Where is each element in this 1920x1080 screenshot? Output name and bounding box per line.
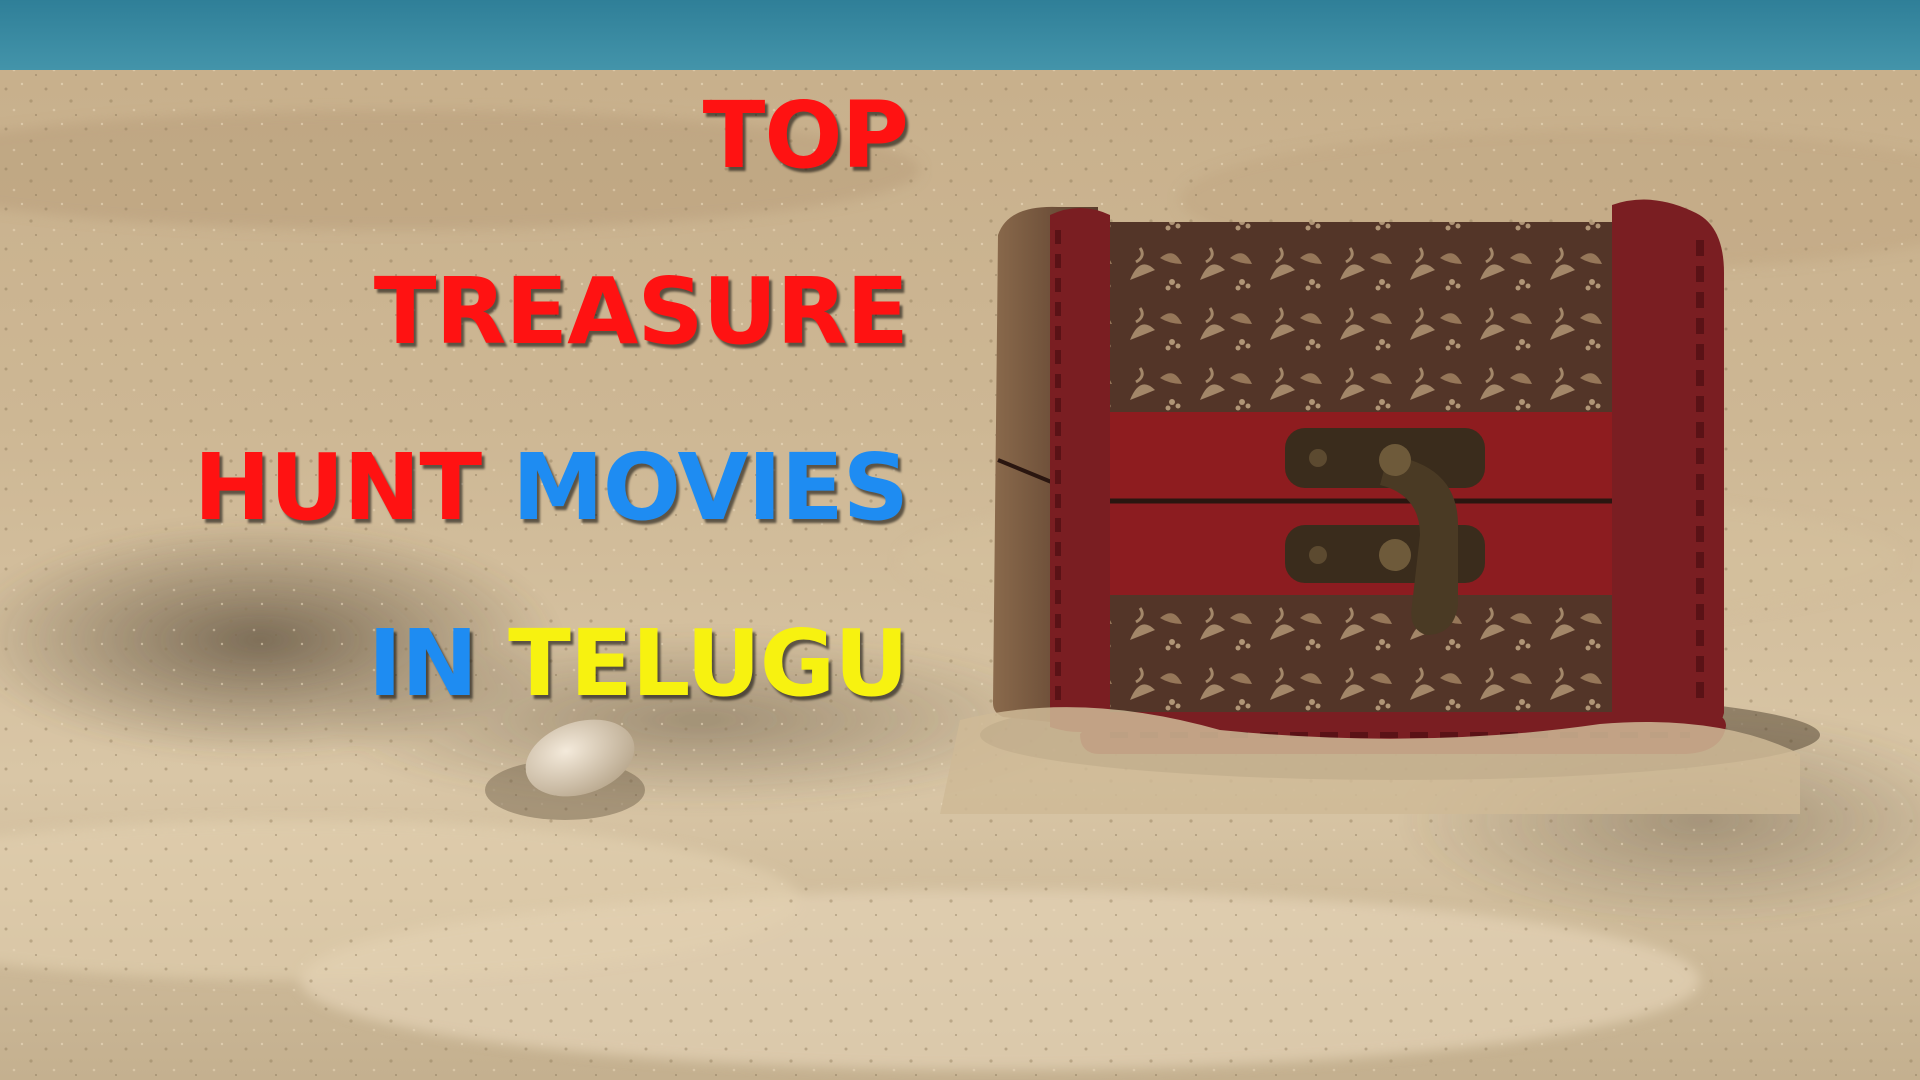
- title-word: TREASURE: [373, 258, 909, 365]
- title-line-2: TREASURE: [194, 224, 909, 400]
- title-word: TOP: [702, 82, 909, 189]
- thumbnail-title: TOP TREASURE HUNT MOVIES IN TELUGU: [193, 48, 909, 752]
- title-line-3: HUNT MOVIES: [193, 400, 909, 576]
- title-word: IN: [367, 610, 478, 717]
- title-word: TELUGU: [508, 610, 909, 717]
- title-line-1: TOP: [194, 48, 909, 224]
- thumbnail-scene: TOP TREASURE HUNT MOVIES IN TELUGU: [0, 0, 1920, 1080]
- title-line-4: IN TELUGU: [194, 576, 909, 752]
- title-word: MOVIES: [512, 434, 909, 541]
- treasure-chest-icon: [993, 199, 1726, 754]
- title-word: HUNT: [193, 434, 482, 541]
